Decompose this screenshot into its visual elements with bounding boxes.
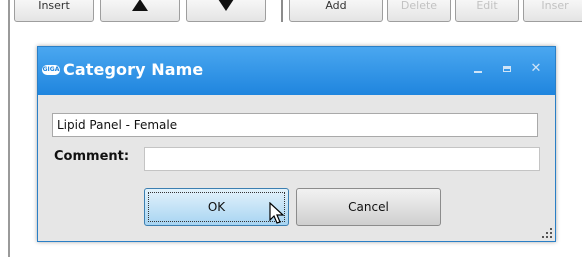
insert-button-label: Insert [38, 0, 70, 12]
cancel-button-label: Cancel [348, 200, 389, 214]
arrow-down-icon [218, 0, 234, 11]
move-down-button[interactable] [186, 0, 266, 22]
insert-button[interactable]: Insert [14, 0, 94, 22]
mouse-pointer-icon [269, 202, 285, 224]
toolbar-separator [281, 0, 283, 22]
dialog-body: Comment: OK Cancel [38, 95, 555, 241]
background-toolbar: Insert Add Delete Edit Inser [0, 0, 582, 28]
delete-button-label: Delete [400, 0, 438, 12]
focus-ring [148, 192, 285, 222]
app-logo-text: GIGA [42, 66, 60, 73]
category-name-dialog: GIGA Category Name ✕ Comment: OK Cancel [37, 46, 556, 242]
insert-item-button-label: Inser [541, 0, 569, 12]
comment-label: Comment: [54, 149, 130, 164]
ok-button[interactable]: OK [144, 188, 289, 226]
cancel-button[interactable]: Cancel [296, 188, 441, 226]
resize-grip-icon[interactable] [542, 228, 552, 238]
minimize-icon[interactable] [469, 60, 487, 78]
edit-button-label: Edit [476, 0, 498, 12]
edit-button[interactable]: Edit [455, 0, 519, 22]
close-icon[interactable]: ✕ [527, 60, 545, 78]
window-edge [8, 0, 10, 257]
insert-item-button[interactable]: Inser [523, 0, 582, 22]
category-name-input[interactable] [52, 113, 538, 137]
arrow-up-icon [132, 0, 148, 11]
add-button[interactable]: Add [289, 0, 383, 22]
maximize-icon[interactable] [498, 60, 516, 78]
app-logo-icon: GIGA [42, 65, 60, 75]
dialog-title: Category Name [63, 60, 204, 79]
delete-button[interactable]: Delete [387, 0, 451, 22]
move-up-button[interactable] [100, 0, 180, 22]
comment-input[interactable] [144, 147, 540, 171]
add-button-label: Add [325, 0, 347, 12]
dialog-titlebar[interactable]: GIGA Category Name ✕ [38, 47, 555, 95]
